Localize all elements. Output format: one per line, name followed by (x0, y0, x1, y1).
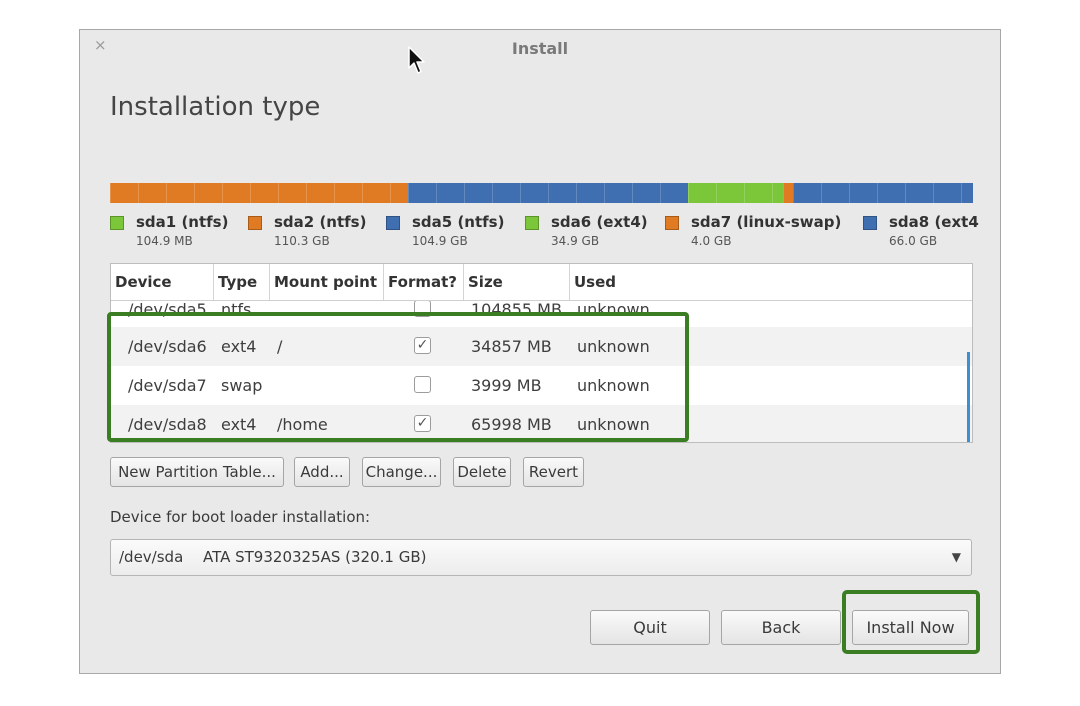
legend-size: 66.0 GB (889, 234, 938, 248)
new-partition-table-button[interactable]: New Partition Table... (110, 457, 284, 487)
legend-size: 4.0 GB (691, 234, 732, 248)
delete-partition-button[interactable]: Delete (453, 457, 511, 487)
bootloader-device-select[interactable]: /dev/sda ATA ST9320325AS (320.1 GB) ▼ (110, 539, 972, 576)
table-scrollbar[interactable] (967, 352, 970, 442)
partition-bar (110, 183, 973, 203)
bootloader-device-description: ATA ST9320325AS (320.1 GB) (203, 548, 427, 566)
legend-name: sda1 (ntfs) (136, 213, 229, 231)
bootloader-device: /dev/sda (119, 548, 184, 566)
window-title: Install (511, 39, 569, 58)
column-header-size[interactable]: Size (464, 264, 570, 300)
column-header-type[interactable]: Type (214, 264, 270, 300)
partition-bar-segment (688, 183, 784, 203)
table-header: Device Type Mount point Format? Size Use… (111, 264, 972, 301)
legend-swatch (386, 216, 400, 230)
legend-swatch (665, 216, 679, 230)
legend-swatch (248, 216, 262, 230)
highlight-box-linux-partitions (107, 312, 689, 442)
legend-size: 34.9 GB (551, 234, 600, 248)
revert-button[interactable]: Revert (523, 457, 584, 487)
partition-bar-segment (110, 183, 408, 203)
legend-swatch (525, 216, 539, 230)
column-header-device[interactable]: Device (111, 264, 214, 300)
legend-size: 110.3 GB (274, 234, 330, 248)
change-partition-button[interactable]: Change... (362, 457, 441, 487)
back-button[interactable]: Back (721, 610, 841, 645)
mouse-pointer-icon (408, 46, 425, 74)
legend-name: sda5 (ntfs) (412, 213, 505, 231)
column-header-format[interactable]: Format? (384, 264, 464, 300)
legend-name: sda6 (ext4) (551, 213, 648, 231)
bootloader-label: Device for boot loader installation: (110, 508, 371, 526)
legend-name: sda7 (linux-swap) (691, 213, 842, 231)
partition-legend: sda1 (ntfs) 104.9 MB sda2 (ntfs) 110.3 G… (110, 213, 985, 253)
page-title: Installation type (110, 92, 321, 122)
partition-bar-segment (407, 183, 689, 203)
quit-button[interactable]: Quit (590, 610, 710, 645)
column-header-used[interactable]: Used (570, 264, 972, 300)
partition-bar-segment (793, 183, 973, 203)
partition-bar-segment (783, 183, 794, 203)
add-partition-button[interactable]: Add... (294, 457, 350, 487)
legend-swatch (863, 216, 877, 230)
legend-size: 104.9 MB (136, 234, 193, 248)
chevron-down-icon: ▼ (951, 550, 961, 564)
legend-name: sda2 (ntfs) (274, 213, 367, 231)
legend-name: sda8 (ext4 (889, 213, 979, 231)
highlight-box-install-now (842, 590, 980, 654)
legend-swatch (110, 216, 124, 230)
column-header-mount-point[interactable]: Mount point (270, 264, 384, 300)
legend-size: 104.9 GB (412, 234, 468, 248)
